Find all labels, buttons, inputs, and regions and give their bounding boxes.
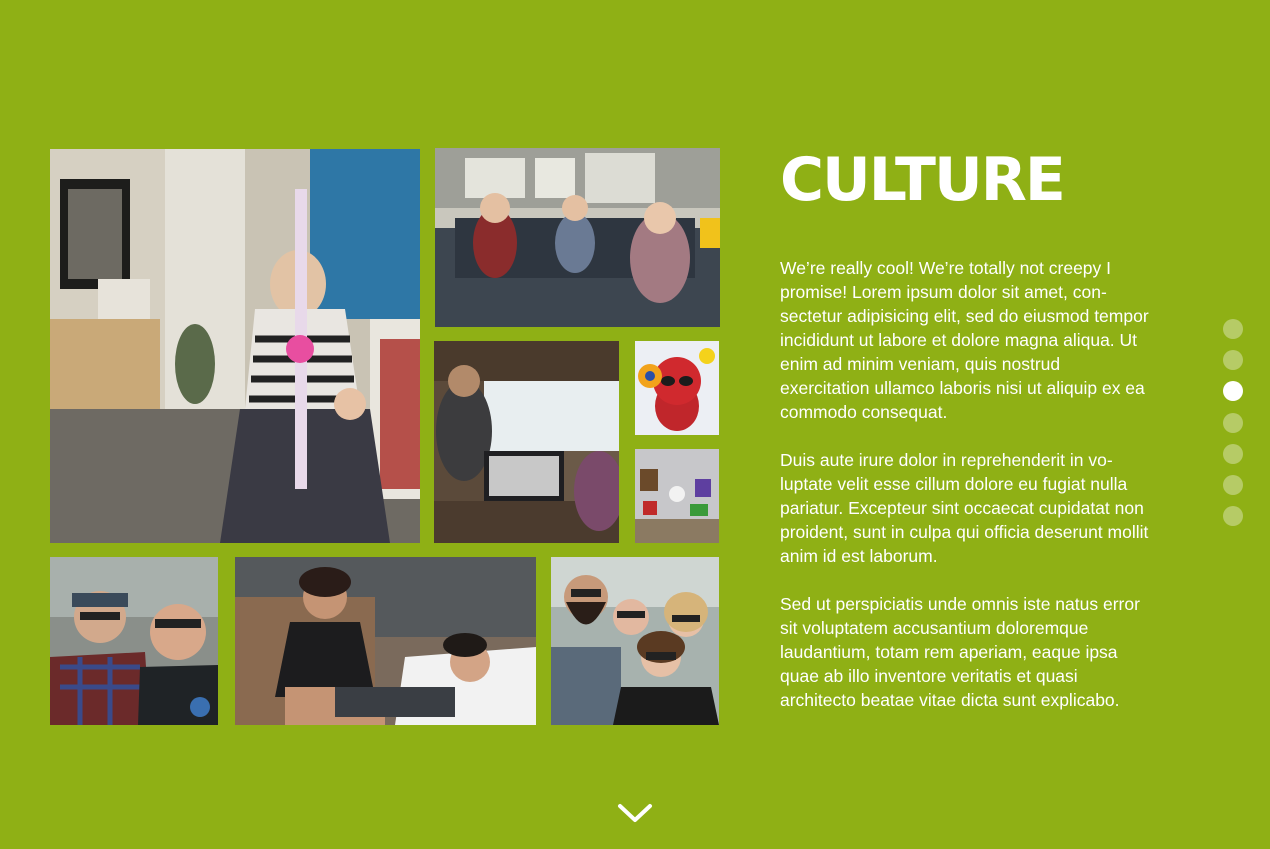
photo-deadpool-toy <box>635 341 719 435</box>
nav-dot-3-active[interactable] <box>1223 381 1243 402</box>
section-body: We’re really cool! We’re totally not cre… <box>780 256 1150 736</box>
photo-selfie-festival <box>50 557 218 725</box>
body-paragraph-1: We’re really cool! We’re totally not cre… <box>780 258 1149 422</box>
photo-group-selfie <box>551 557 719 725</box>
section-title: CULTURE <box>780 145 1066 215</box>
nav-dot-5[interactable] <box>1223 443 1243 464</box>
body-paragraph-3: Sed ut perspiciatis unde omnis iste natu… <box>780 594 1140 710</box>
nav-dot-2[interactable] <box>1223 350 1243 371</box>
photo-sofa-laughing <box>235 557 536 725</box>
nav-dot-7[interactable] <box>1223 506 1243 527</box>
nav-dot-1[interactable] <box>1223 319 1243 339</box>
photo-laptop-stickers <box>635 449 719 543</box>
chevron-down-icon <box>618 804 652 822</box>
photo-patio-laptops <box>434 341 619 543</box>
scroll-down-button[interactable] <box>617 800 653 826</box>
nav-dot-6[interactable] <box>1223 474 1243 495</box>
section-nav-dots <box>1223 319 1243 537</box>
photo-couch-toast <box>435 148 720 327</box>
nav-dot-4[interactable] <box>1223 412 1243 433</box>
body-paragraph-2: Duis aute irure dolor in reprehenderit i… <box>780 450 1149 566</box>
photo-archer <box>50 149 420 543</box>
